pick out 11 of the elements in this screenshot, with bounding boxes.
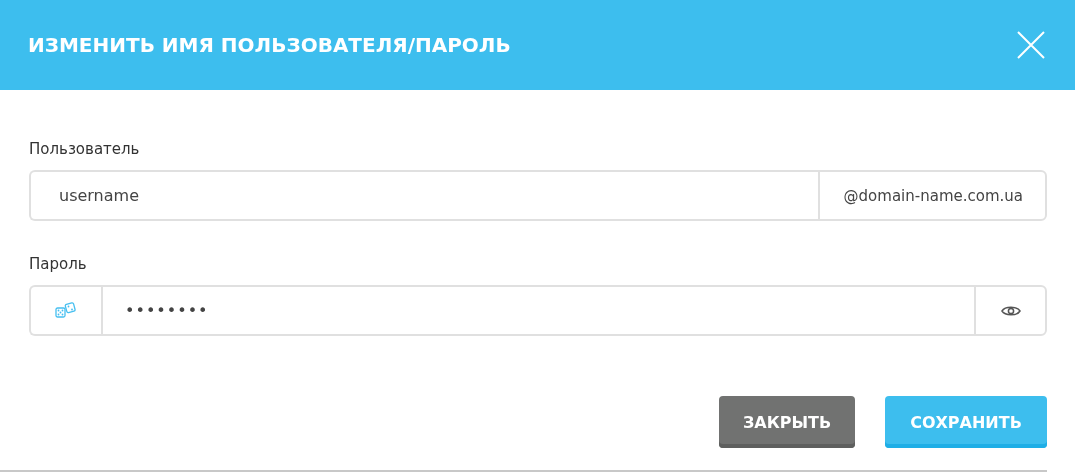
username-field[interactable]: username	[29, 170, 818, 221]
password-field[interactable]: ••••••••	[101, 285, 974, 336]
dialog-title: ИЗМЕНИТЬ ИМЯ ПОЛЬЗОВАТЕЛЯ/ПАРОЛЬ	[28, 33, 511, 57]
dice-icon	[55, 301, 77, 320]
domain-suffix: @domain-name.com.ua	[817, 170, 1047, 221]
close-icon[interactable]	[1017, 31, 1045, 59]
generate-password-button[interactable]	[29, 285, 101, 336]
field-label: Пароль	[29, 255, 87, 273]
field-label: Пользователь	[29, 140, 140, 158]
close-button[interactable]: ЗАКРЫТЬ	[719, 396, 855, 448]
show-password-button[interactable]	[974, 285, 1047, 336]
